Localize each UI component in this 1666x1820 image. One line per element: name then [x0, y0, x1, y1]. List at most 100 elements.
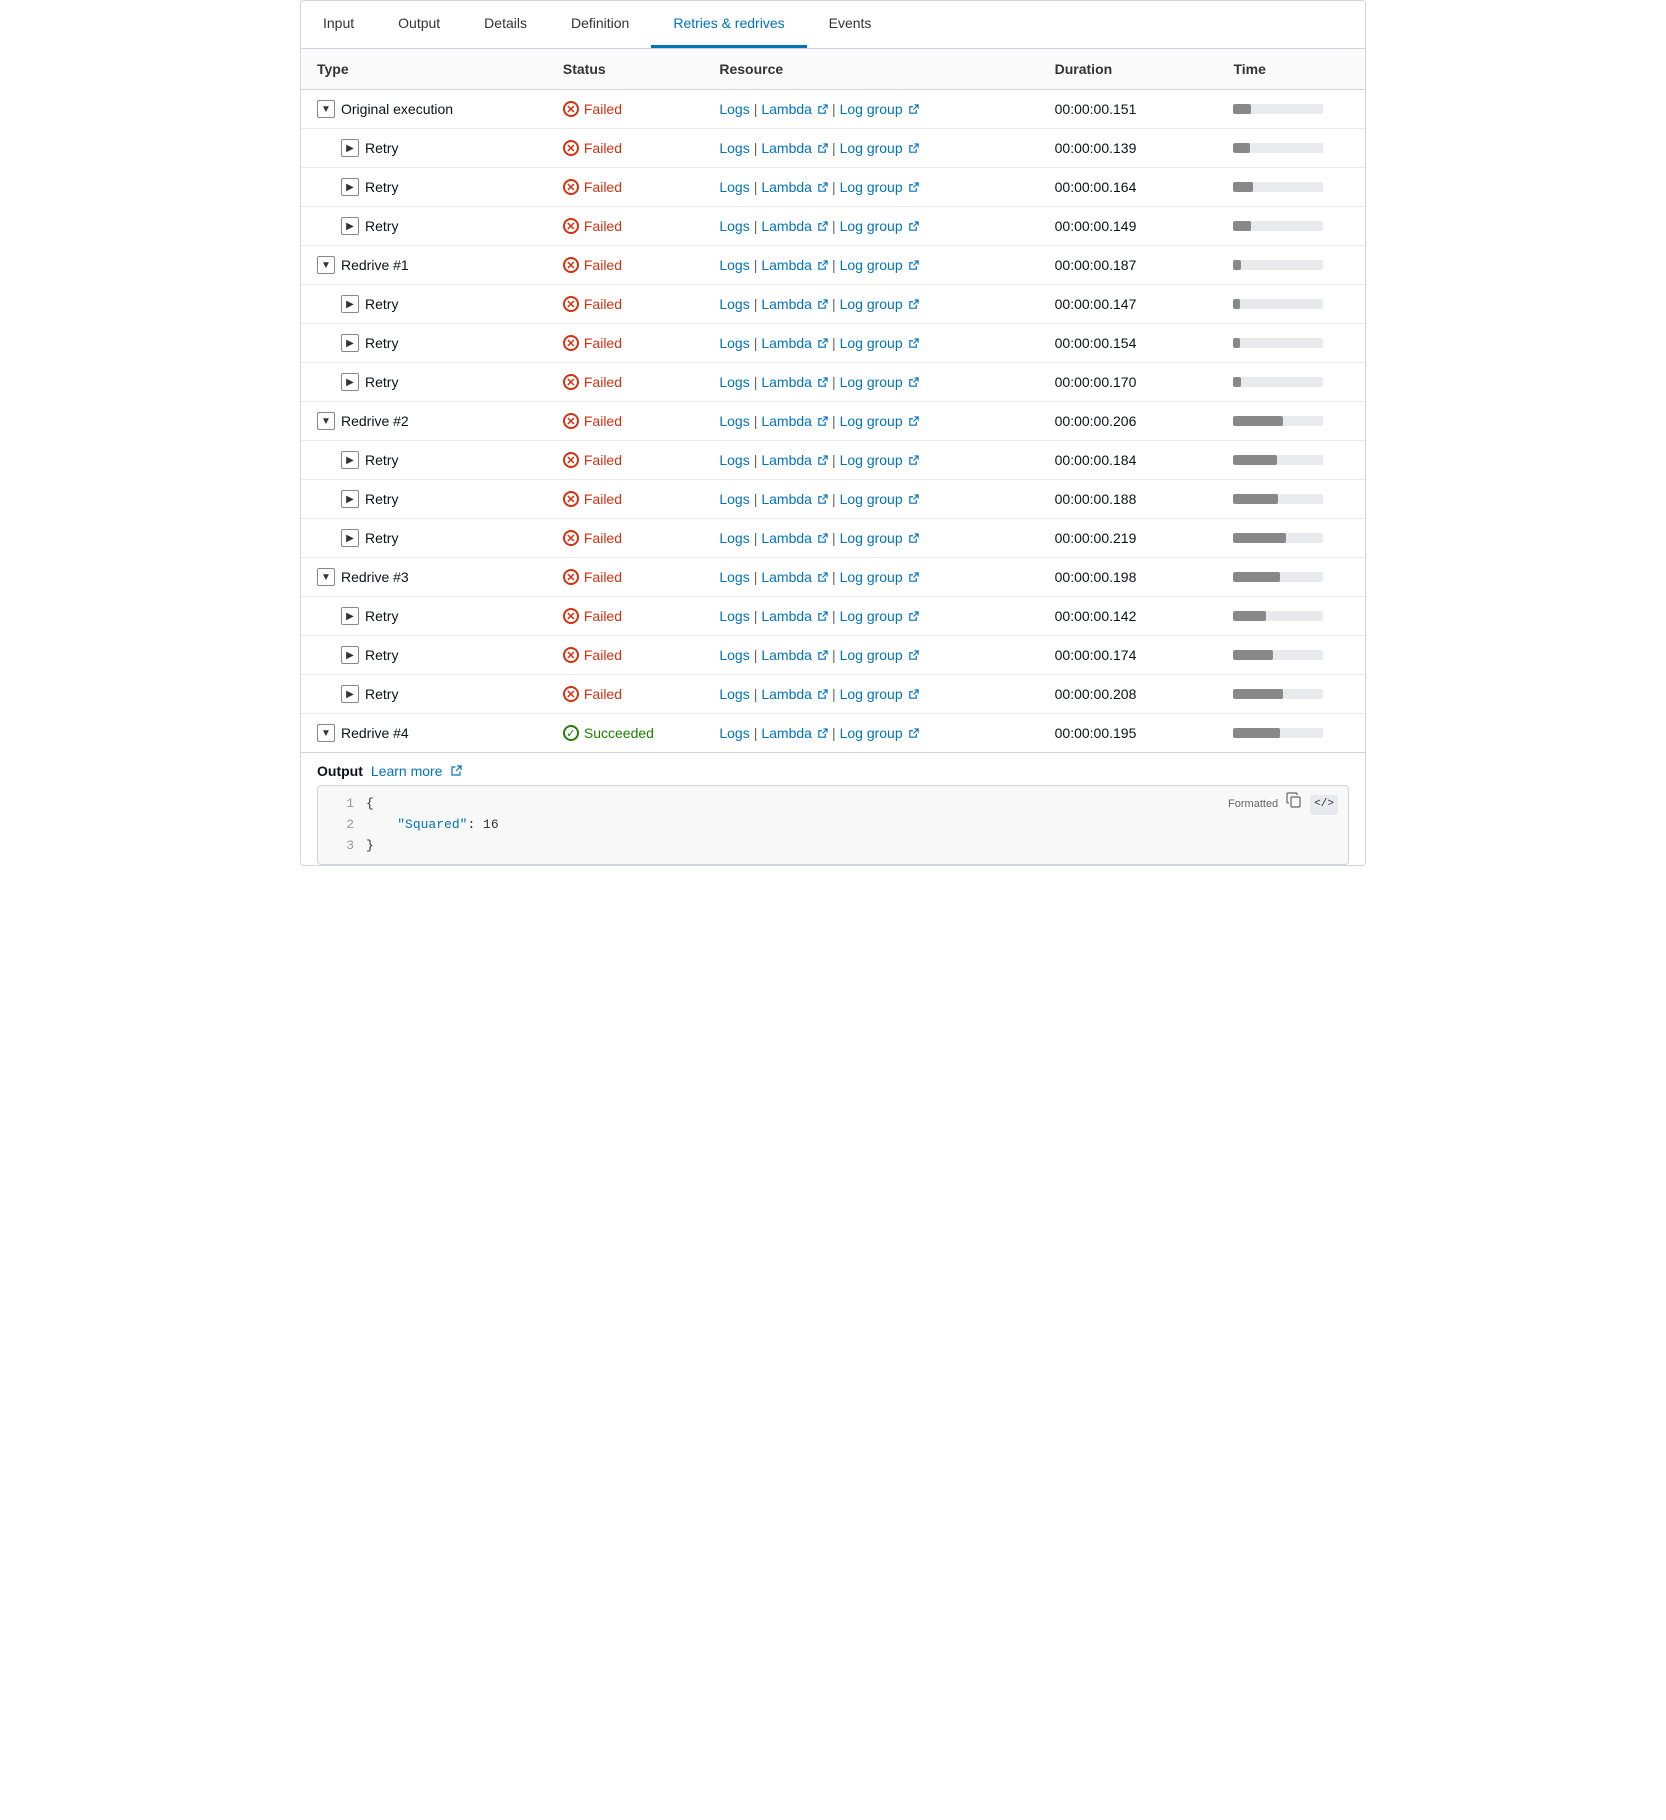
logs-link[interactable]: Logs [719, 218, 749, 234]
external-link-icon [908, 455, 919, 466]
logs-link[interactable]: Logs [719, 413, 749, 429]
expand-button[interactable]: ▶ [341, 529, 359, 547]
time-bar [1233, 260, 1333, 270]
log-group-link[interactable]: Log group [840, 140, 903, 156]
log-group-link[interactable]: Log group [840, 452, 903, 468]
expand-button[interactable]: ▶ [341, 451, 359, 469]
external-link-icon [817, 494, 828, 505]
time-bar-bg [1233, 494, 1323, 504]
time-bar-bg [1233, 689, 1323, 699]
logs-link[interactable]: Logs [719, 686, 749, 702]
expand-button[interactable]: ▶ [341, 217, 359, 235]
external-link-icon [908, 299, 919, 310]
type-cell: ▶Retry [301, 285, 547, 324]
lambda-link[interactable]: Lambda [761, 647, 812, 663]
lambda-link[interactable]: Lambda [761, 335, 812, 351]
external-link-icon [908, 221, 919, 232]
col-header-resource: Resource [703, 49, 1038, 90]
logs-link[interactable]: Logs [719, 257, 749, 273]
lambda-link[interactable]: Lambda [761, 296, 812, 312]
output-label-row: Output Learn more [317, 763, 1349, 779]
expand-button[interactable]: ▶ [341, 490, 359, 508]
expand-button[interactable]: ▶ [341, 685, 359, 703]
lambda-link[interactable]: Lambda [761, 140, 812, 156]
log-group-link[interactable]: Log group [840, 530, 903, 546]
time-cell [1217, 129, 1365, 168]
log-group-link[interactable]: Log group [840, 257, 903, 273]
log-group-link[interactable]: Log group [840, 491, 903, 507]
log-group-link[interactable]: Log group [840, 335, 903, 351]
lambda-link[interactable]: Lambda [761, 491, 812, 507]
tab-definition[interactable]: Definition [549, 1, 651, 48]
logs-link[interactable]: Logs [719, 335, 749, 351]
logs-link[interactable]: Logs [719, 140, 749, 156]
tab-retries[interactable]: Retries & redrives [651, 1, 806, 48]
log-group-link[interactable]: Log group [840, 218, 903, 234]
logs-link[interactable]: Logs [719, 647, 749, 663]
lambda-link[interactable]: Lambda [761, 725, 812, 741]
separator: | [754, 140, 758, 156]
lambda-link[interactable]: Lambda [761, 569, 812, 585]
formatted-label: Formatted [1228, 796, 1278, 814]
resource-links: Logs | Lambda | Log group [719, 725, 1022, 741]
logs-link[interactable]: Logs [719, 569, 749, 585]
logs-link[interactable]: Logs [719, 296, 749, 312]
copy-code-button[interactable] [1286, 792, 1302, 818]
log-group-link[interactable]: Log group [840, 101, 903, 117]
status-label: Failed [584, 608, 622, 624]
log-group-link[interactable]: Log group [840, 686, 903, 702]
expand-button[interactable]: ▶ [341, 178, 359, 196]
status-label: Failed [584, 218, 622, 234]
code-format-tag[interactable]: </> [1310, 795, 1338, 815]
logs-link[interactable]: Logs [719, 491, 749, 507]
lambda-link[interactable]: Lambda [761, 101, 812, 117]
expand-button[interactable]: ▼ [317, 724, 335, 742]
log-group-link[interactable]: Log group [840, 569, 903, 585]
log-group-link[interactable]: Log group [840, 179, 903, 195]
time-bar-bg [1233, 611, 1323, 621]
tab-input[interactable]: Input [301, 1, 376, 48]
expand-button[interactable]: ▶ [341, 646, 359, 664]
expand-button[interactable]: ▼ [317, 256, 335, 274]
expand-button[interactable]: ▶ [341, 139, 359, 157]
lambda-link[interactable]: Lambda [761, 218, 812, 234]
expand-button[interactable]: ▶ [341, 373, 359, 391]
logs-link[interactable]: Logs [719, 179, 749, 195]
expand-button[interactable]: ▶ [341, 607, 359, 625]
logs-link[interactable]: Logs [719, 101, 749, 117]
tab-events[interactable]: Events [807, 1, 894, 48]
expand-button[interactable]: ▶ [341, 295, 359, 313]
logs-link[interactable]: Logs [719, 452, 749, 468]
lambda-link[interactable]: Lambda [761, 374, 812, 390]
log-group-link[interactable]: Log group [840, 413, 903, 429]
log-group-link[interactable]: Log group [840, 647, 903, 663]
expand-button[interactable]: ▼ [317, 568, 335, 586]
lambda-link[interactable]: Lambda [761, 686, 812, 702]
learn-more-link[interactable]: Learn more [371, 763, 443, 779]
logs-link[interactable]: Logs [719, 725, 749, 741]
log-group-link[interactable]: Log group [840, 296, 903, 312]
status-cell: ✕Failed [547, 519, 703, 558]
expand-button[interactable]: ▼ [317, 100, 335, 118]
lambda-link[interactable]: Lambda [761, 413, 812, 429]
lambda-link[interactable]: Lambda [761, 257, 812, 273]
logs-link[interactable]: Logs [719, 530, 749, 546]
tab-details[interactable]: Details [462, 1, 549, 48]
expand-button[interactable]: ▼ [317, 412, 335, 430]
external-link-icon [817, 104, 828, 115]
type-label: Retry [365, 608, 398, 624]
lambda-link[interactable]: Lambda [761, 608, 812, 624]
expand-button[interactable]: ▶ [341, 334, 359, 352]
log-group-link[interactable]: Log group [840, 608, 903, 624]
resource-links: Logs | Lambda | Log group [719, 218, 1022, 234]
lambda-link[interactable]: Lambda [761, 179, 812, 195]
time-bar-bg [1233, 377, 1323, 387]
lambda-link[interactable]: Lambda [761, 452, 812, 468]
tab-output[interactable]: Output [376, 1, 462, 48]
logs-link[interactable]: Logs [719, 608, 749, 624]
lambda-link[interactable]: Lambda [761, 530, 812, 546]
logs-link[interactable]: Logs [719, 374, 749, 390]
log-group-link[interactable]: Log group [840, 374, 903, 390]
resource-cell: Logs | Lambda | Log group [703, 90, 1038, 129]
log-group-link[interactable]: Log group [840, 725, 903, 741]
